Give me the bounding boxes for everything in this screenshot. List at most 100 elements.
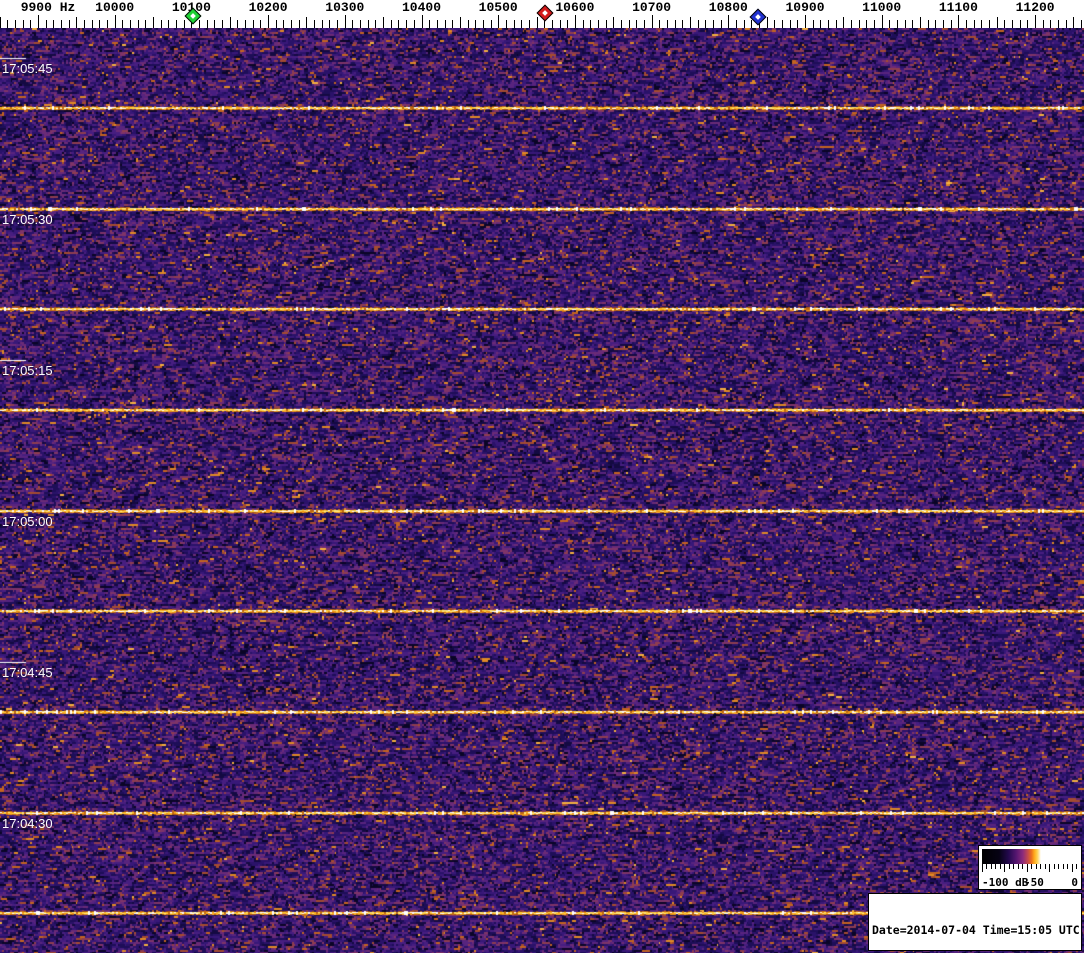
freq-scale-tick [943, 20, 944, 28]
freq-scale-tick [606, 20, 607, 28]
freq-scale-tick [958, 15, 959, 28]
freq-scale-tick [99, 20, 100, 28]
colorbar-tick [1062, 864, 1064, 869]
freq-scale-tick [966, 20, 967, 28]
freq-scale-tick [237, 20, 238, 28]
colorbar-tick [1004, 864, 1006, 872]
colorbar-tick [1071, 864, 1073, 872]
freq-scale-tick [721, 20, 722, 28]
freq-scale-label: 11000 [862, 0, 902, 15]
freq-scale-tick [1027, 20, 1028, 28]
freq-scale-tick [682, 20, 683, 28]
freq-scale-tick [813, 20, 814, 28]
freq-scale-tick [912, 20, 913, 28]
freq-scale-tick [537, 17, 538, 28]
freq-scale-tick [698, 20, 699, 28]
freq-scale-tick [314, 20, 315, 28]
freq-scale-tick [322, 20, 323, 28]
freq-scale-tick [836, 20, 837, 28]
freq-scale-tick [199, 20, 200, 28]
freq-scale-tick [997, 17, 998, 28]
green-marker-core [189, 12, 196, 19]
colorbar-tick [1076, 864, 1077, 869]
freq-scale-tick [636, 20, 637, 28]
red-marker[interactable] [536, 4, 553, 21]
freq-scale-tick [245, 20, 246, 28]
freq-scale-tick [705, 20, 706, 28]
colorbar-labels: -100 dB -50 0 [979, 875, 1081, 889]
freq-scale-label: 10400 [401, 0, 442, 15]
freq-scale-tick [897, 20, 898, 28]
freq-scale-tick [30, 20, 31, 28]
colorbar-tick [995, 864, 997, 869]
freq-scale-tick [560, 20, 561, 28]
freq-scale-tick [483, 20, 484, 28]
freq-scale-tick [306, 17, 307, 28]
freq-scale-tick [1004, 20, 1005, 28]
freq-scale-tick [437, 20, 438, 28]
freq-scale-tick [889, 20, 890, 28]
time-axis-label: 17:05:15 [2, 363, 53, 378]
freq-scale-tick [859, 20, 860, 28]
freq-scale-tick [974, 20, 975, 28]
freq-scale-tick [675, 20, 676, 28]
colorbar-tick [1053, 864, 1055, 869]
colorbar-tick [982, 864, 983, 872]
freq-scale-tick [230, 17, 231, 28]
colorbar-tick [1049, 864, 1051, 872]
freq-scale-label: 11200 [1015, 0, 1055, 15]
freq-scale-tick [38, 15, 39, 28]
colorbar-tick [1058, 864, 1060, 869]
colorbar-tick [990, 864, 992, 869]
freq-scale-tick [521, 20, 522, 28]
freq-scale-tick [422, 15, 423, 28]
freq-scale-tick [445, 20, 446, 28]
freq-scale-tick [46, 20, 47, 28]
freq-scale-tick [629, 20, 630, 28]
colorbar-ticks [982, 864, 1077, 873]
frequency-scale[interactable]: 9900 Hz100001010010200103001040010500106… [0, 0, 1084, 28]
freq-scale-tick [145, 20, 146, 28]
freq-scale-tick [506, 20, 507, 28]
freq-scale-tick [475, 20, 476, 28]
time-axis-label: 17:05:00 [2, 514, 53, 529]
freq-scale-tick [1066, 20, 1067, 28]
freq-scale-tick [659, 20, 660, 28]
freq-scale-tick [905, 20, 906, 28]
freq-scale-tick [951, 20, 952, 28]
colorbar-tick [1044, 864, 1046, 869]
freq-scale-tick [53, 20, 54, 28]
freq-scale-tick [644, 20, 645, 28]
freq-scale-tick [989, 20, 990, 28]
freq-scale-tick [728, 15, 729, 28]
freq-scale-tick [360, 20, 361, 28]
freq-scale-tick [621, 20, 622, 28]
freq-scale-tick [575, 15, 576, 28]
waterfall-display[interactable] [0, 28, 1084, 953]
freq-scale-tick [1020, 20, 1021, 28]
freq-scale-tick [276, 20, 277, 28]
freq-scale-tick [1081, 20, 1082, 28]
colorbar-tick [1022, 864, 1024, 869]
freq-scale-tick [7, 20, 8, 28]
status-info-box: Date=2014-07-04 Time=15:05 UTC Freq=143 … [868, 893, 1082, 951]
freq-scale-label: 10300 [325, 0, 365, 15]
colorbar-tick [1008, 864, 1010, 869]
freq-scale-tick [76, 17, 77, 28]
freq-scale-tick [981, 20, 982, 28]
freq-scale-tick [15, 20, 16, 28]
time-axis-label: 17:04:45 [2, 665, 53, 680]
info-date-time: Date=2014-07-04 Time=15:05 UTC [872, 923, 1080, 937]
freq-scale-tick [337, 20, 338, 28]
colorbar-max-label: 0 [1071, 876, 1078, 889]
colorbar-tick [1067, 864, 1069, 869]
freq-scale-tick [514, 20, 515, 28]
freq-scale-tick [391, 20, 392, 28]
colorbar-gradient [982, 849, 1077, 864]
freq-scale-tick [61, 20, 62, 28]
freq-scale-tick [751, 20, 752, 28]
freq-scale-tick [782, 20, 783, 28]
freq-scale-tick [176, 20, 177, 28]
colorbar-tick [986, 864, 988, 869]
freq-scale-tick [874, 20, 875, 28]
